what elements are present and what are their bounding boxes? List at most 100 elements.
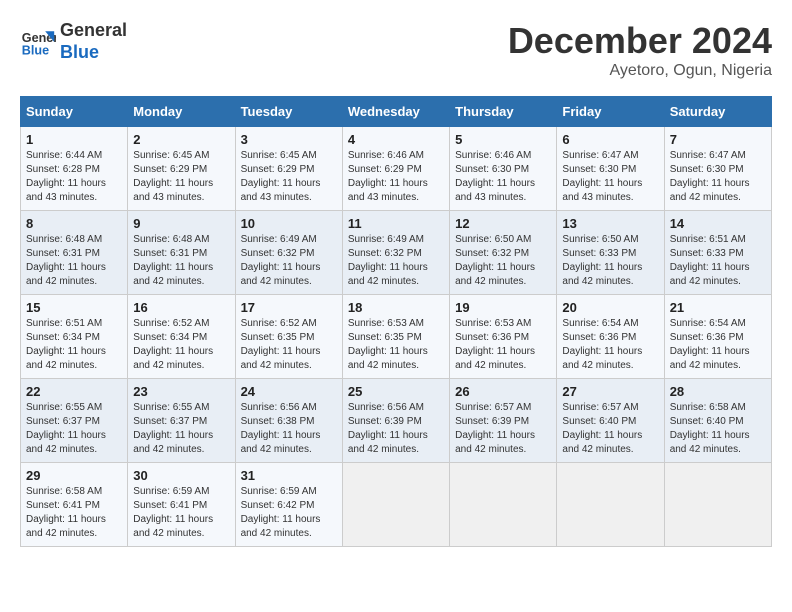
month-title: December 2024 — [508, 20, 772, 62]
calendar-cell: 23 Sunrise: 6:55 AMSunset: 6:37 PMDayligh… — [128, 379, 235, 463]
day-number: 28 — [670, 384, 766, 399]
calendar-cell: 4 Sunrise: 6:46 AMSunset: 6:29 PMDaylight… — [342, 127, 449, 211]
day-info: Sunrise: 6:51 AMSunset: 6:34 PMDaylight:… — [26, 317, 122, 373]
day-number: 18 — [348, 300, 444, 315]
day-info: Sunrise: 6:52 AMSunset: 6:34 PMDaylight:… — [133, 317, 229, 373]
day-info: Sunrise: 6:46 AMSunset: 6:30 PMDaylight:… — [455, 149, 551, 205]
calendar-cell: 24 Sunrise: 6:56 AMSunset: 6:38 PMDayligh… — [235, 379, 342, 463]
day-number: 11 — [348, 216, 444, 231]
calendar-cell: 31Sunrise: 6:59 AMSunset: 6:42 PMDayligh… — [235, 463, 342, 547]
calendar-cell: 3Sunrise: 6:45 AMSunset: 6:29 PMDaylight… — [235, 127, 342, 211]
day-info: Sunrise: 6:59 AMSunset: 6:42 PMDaylight:… — [241, 485, 337, 541]
day-number: 25 — [348, 384, 444, 399]
title-block: December 2024 Ayetoro, Ogun, Nigeria — [508, 20, 772, 80]
day-info: Sunrise: 6:57 AMSunset: 6:39 PMDaylight:… — [455, 401, 551, 457]
calendar-cell: 2 Sunrise: 6:45 AMSunset: 6:29 PMDaylight… — [128, 127, 235, 211]
day-info: Sunrise: 6:51 AMSunset: 6:33 PMDaylight:… — [670, 233, 766, 289]
calendar-cell: 22 Sunrise: 6:55 AMSunset: 6:37 PMDayligh… — [21, 379, 128, 463]
day-info: Sunrise: 6:58 AMSunset: 6:40 PMDaylight:… — [670, 401, 766, 457]
day-info: Sunrise: 6:52 AMSunset: 6:35 PMDaylight:… — [241, 317, 337, 373]
day-info: Sunrise: 6:56 AMSunset: 6:38 PMDaylight:… — [241, 401, 337, 457]
calendar-cell: 14 Sunrise: 6:51 AMSunset: 6:33 PMDayligh… — [664, 211, 771, 295]
day-info: Sunrise: 6:47 AMSunset: 6:30 PMDaylight:… — [670, 149, 766, 205]
logo-blue: Blue — [60, 42, 127, 64]
week-row-3: 15 Sunrise: 6:51 AMSunset: 6:34 PMDayligh… — [21, 295, 772, 379]
day-info: Sunrise: 6:49 AMSunset: 6:32 PMDaylight:… — [348, 233, 444, 289]
calendar-cell: 1 Sunrise: 6:44 AMSunset: 6:28 PMDaylight… — [21, 127, 128, 211]
day-number: 21 — [670, 300, 766, 315]
calendar-cell — [342, 463, 449, 547]
day-number: 16 — [133, 300, 229, 315]
header-row: SundayMondayTuesdayWednesdayThursdayFrid… — [21, 97, 772, 127]
day-info: Sunrise: 6:48 AMSunset: 6:31 PMDaylight:… — [26, 233, 122, 289]
calendar-cell: 19Sunrise: 6:53 AMSunset: 6:36 PMDayligh… — [450, 295, 557, 379]
day-info: Sunrise: 6:54 AMSunset: 6:36 PMDaylight:… — [670, 317, 766, 373]
page-header: General Blue General Blue December 2024 … — [20, 20, 772, 80]
calendar-cell: 5Sunrise: 6:46 AMSunset: 6:30 PMDaylight… — [450, 127, 557, 211]
day-number: 23 — [133, 384, 229, 399]
calendar-cell: 28 Sunrise: 6:58 AMSunset: 6:40 PMDayligh… — [664, 379, 771, 463]
week-row-1: 1 Sunrise: 6:44 AMSunset: 6:28 PMDaylight… — [21, 127, 772, 211]
day-number: 10 — [241, 216, 337, 231]
day-info: Sunrise: 6:53 AMSunset: 6:35 PMDaylight:… — [348, 317, 444, 373]
header-cell-thursday: Thursday — [450, 97, 557, 127]
day-info: Sunrise: 6:55 AMSunset: 6:37 PMDaylight:… — [133, 401, 229, 457]
day-info: Sunrise: 6:54 AMSunset: 6:36 PMDaylight:… — [562, 317, 658, 373]
day-info: Sunrise: 6:47 AMSunset: 6:30 PMDaylight:… — [562, 149, 658, 205]
calendar-body: 1 Sunrise: 6:44 AMSunset: 6:28 PMDaylight… — [21, 127, 772, 547]
day-info: Sunrise: 6:48 AMSunset: 6:31 PMDaylight:… — [133, 233, 229, 289]
day-number: 27 — [562, 384, 658, 399]
calendar-cell: 17Sunrise: 6:52 AMSunset: 6:35 PMDayligh… — [235, 295, 342, 379]
day-info: Sunrise: 6:57 AMSunset: 6:40 PMDaylight:… — [562, 401, 658, 457]
logo: General Blue General Blue — [20, 20, 127, 63]
day-number: 19 — [455, 300, 551, 315]
day-info: Sunrise: 6:50 AMSunset: 6:32 PMDaylight:… — [455, 233, 551, 289]
header-cell-monday: Monday — [128, 97, 235, 127]
day-number: 2 — [133, 132, 229, 147]
day-number: 6 — [562, 132, 658, 147]
day-number: 8 — [26, 216, 122, 231]
location: Ayetoro, Ogun, Nigeria — [508, 62, 772, 80]
day-number: 7 — [670, 132, 766, 147]
day-number: 4 — [348, 132, 444, 147]
day-number: 14 — [670, 216, 766, 231]
calendar-cell: 13 Sunrise: 6:50 AMSunset: 6:33 PMDayligh… — [557, 211, 664, 295]
day-info: Sunrise: 6:58 AMSunset: 6:41 PMDaylight:… — [26, 485, 122, 541]
day-number: 13 — [562, 216, 658, 231]
day-info: Sunrise: 6:45 AMSunset: 6:29 PMDaylight:… — [133, 149, 229, 205]
header-cell-wednesday: Wednesday — [342, 97, 449, 127]
header-cell-sunday: Sunday — [21, 97, 128, 127]
logo-general: General — [60, 20, 127, 42]
calendar-cell: 26 Sunrise: 6:57 AMSunset: 6:39 PMDayligh… — [450, 379, 557, 463]
day-info: Sunrise: 6:46 AMSunset: 6:29 PMDaylight:… — [348, 149, 444, 205]
calendar-cell: 8 Sunrise: 6:48 AMSunset: 6:31 PMDaylight… — [21, 211, 128, 295]
calendar-cell: 25 Sunrise: 6:56 AMSunset: 6:39 PMDayligh… — [342, 379, 449, 463]
calendar-table: SundayMondayTuesdayWednesdayThursdayFrid… — [20, 96, 772, 547]
week-row-5: 29 Sunrise: 6:58 AMSunset: 6:41 PMDayligh… — [21, 463, 772, 547]
day-number: 20 — [562, 300, 658, 315]
day-info: Sunrise: 6:44 AMSunset: 6:28 PMDaylight:… — [26, 149, 122, 205]
calendar-cell: 12Sunrise: 6:50 AMSunset: 6:32 PMDayligh… — [450, 211, 557, 295]
day-number: 26 — [455, 384, 551, 399]
calendar-cell: 29 Sunrise: 6:58 AMSunset: 6:41 PMDayligh… — [21, 463, 128, 547]
day-number: 1 — [26, 132, 122, 147]
calendar-cell: 21 Sunrise: 6:54 AMSunset: 6:36 PMDayligh… — [664, 295, 771, 379]
day-info: Sunrise: 6:50 AMSunset: 6:33 PMDaylight:… — [562, 233, 658, 289]
day-number: 22 — [26, 384, 122, 399]
calendar-cell — [557, 463, 664, 547]
calendar-cell: 10Sunrise: 6:49 AMSunset: 6:32 PMDayligh… — [235, 211, 342, 295]
calendar-cell: 20 Sunrise: 6:54 AMSunset: 6:36 PMDayligh… — [557, 295, 664, 379]
day-info: Sunrise: 6:55 AMSunset: 6:37 PMDaylight:… — [26, 401, 122, 457]
calendar-cell: 27 Sunrise: 6:57 AMSunset: 6:40 PMDayligh… — [557, 379, 664, 463]
logo-icon: General Blue — [20, 24, 56, 60]
calendar-cell: 7 Sunrise: 6:47 AMSunset: 6:30 PMDaylight… — [664, 127, 771, 211]
day-number: 24 — [241, 384, 337, 399]
calendar-cell: 30Sunrise: 6:59 AMSunset: 6:41 PMDayligh… — [128, 463, 235, 547]
day-number: 15 — [26, 300, 122, 315]
calendar-cell — [664, 463, 771, 547]
week-row-2: 8 Sunrise: 6:48 AMSunset: 6:31 PMDaylight… — [21, 211, 772, 295]
day-info: Sunrise: 6:59 AMSunset: 6:41 PMDaylight:… — [133, 485, 229, 541]
day-number: 29 — [26, 468, 122, 483]
day-info: Sunrise: 6:56 AMSunset: 6:39 PMDaylight:… — [348, 401, 444, 457]
calendar-cell: 9Sunrise: 6:48 AMSunset: 6:31 PMDaylight… — [128, 211, 235, 295]
